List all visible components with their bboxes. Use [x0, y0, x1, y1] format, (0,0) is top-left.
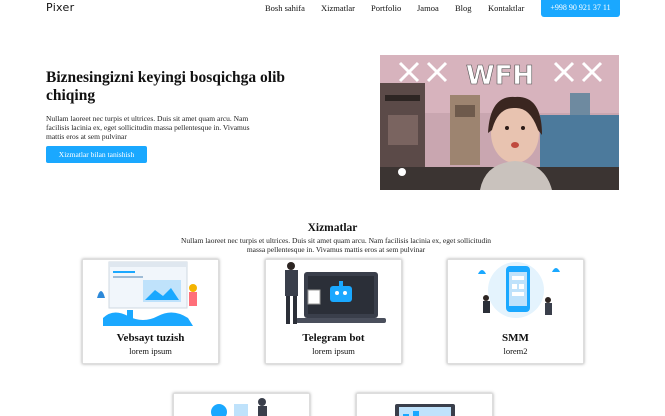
- video-caption: WFH: [466, 61, 535, 92]
- bot-illustration-icon: [285, 262, 386, 324]
- apple-icon: [398, 168, 406, 176]
- nav-item-blog[interactable]: Blog: [455, 3, 472, 13]
- hero-video[interactable]: WFH: [380, 55, 619, 190]
- hero-video-frame: WFH: [380, 55, 619, 190]
- card-title: Vebsayt tuzish: [116, 332, 185, 344]
- nav-item-team[interactable]: Jamoa: [417, 3, 439, 13]
- service-card-smm[interactable]: SMM lorem2: [447, 259, 584, 364]
- service-card-partial[interactable]: [173, 393, 310, 416]
- nav-item-services[interactable]: Xizmatlar: [321, 3, 355, 13]
- logo[interactable]: Pixer: [46, 1, 74, 14]
- phone-button[interactable]: +998 90 921 37 11: [541, 0, 620, 17]
- services-button[interactable]: Xizmatlar bilan tanishish: [46, 146, 147, 163]
- hero-title: Biznesingizni keyingi bosqichga olib chi…: [46, 69, 286, 104]
- services-text: Nullam laoreet nec turpis et ultrices. D…: [180, 236, 492, 254]
- card-title: SMM: [502, 332, 529, 344]
- website-illustration-icon: [97, 261, 197, 326]
- analytics-illustration-icon: [211, 398, 267, 416]
- card-subtitle: lorem ipsum: [312, 346, 355, 356]
- hero-text: Nullam laoreet nec turpis et ultrices. D…: [46, 114, 250, 141]
- dashboard-illustration-icon: [395, 404, 455, 416]
- services-title: Xizmatlar: [307, 222, 358, 234]
- service-card-partial[interactable]: [356, 393, 493, 416]
- nav-item-portfolio[interactable]: Portfolio: [371, 3, 401, 13]
- service-card-telegram-bot[interactable]: Telegram bot lorem ipsum: [265, 259, 402, 364]
- nav-item-contacts[interactable]: Kontaktlar: [488, 3, 524, 13]
- card-title: Telegram bot: [302, 332, 365, 344]
- card-subtitle: lorem ipsum: [129, 346, 172, 356]
- service-card-website[interactable]: Vebsayt tuzish lorem ipsum: [82, 259, 219, 364]
- card-subtitle: lorem2: [503, 346, 528, 356]
- svg-text:WFH: WFH: [466, 61, 534, 91]
- smm-illustration-icon: [478, 262, 560, 318]
- nav-item-home[interactable]: Bosh sahifa: [265, 3, 305, 13]
